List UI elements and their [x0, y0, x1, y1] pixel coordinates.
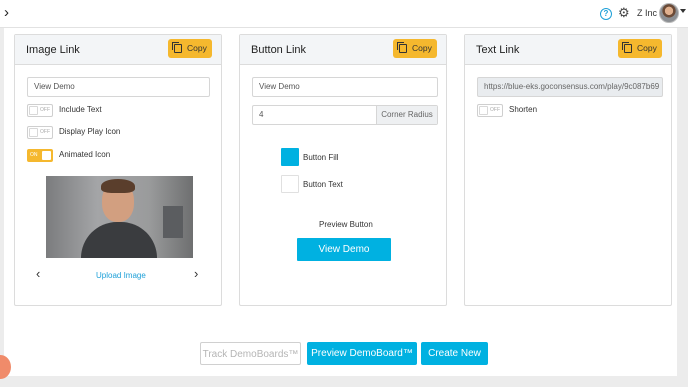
- copy-icon: [397, 42, 407, 53]
- image-link-header: Image Link Copy: [15, 35, 221, 65]
- include-text-toggle[interactable]: OFF: [27, 104, 53, 117]
- help-icon[interactable]: ?: [600, 8, 612, 20]
- toggle-knob: [29, 106, 38, 115]
- preview-button-label: Preview Button: [319, 220, 373, 229]
- display-play-icon-toggle[interactable]: OFF: [27, 126, 53, 139]
- chevron-right-icon[interactable]: ›: [4, 5, 9, 21]
- toggle-knob: [479, 106, 488, 115]
- copy-icon: [172, 42, 182, 53]
- gear-icon[interactable]: ⚙: [618, 6, 630, 20]
- button-fill-swatch[interactable]: [281, 148, 299, 166]
- chevron-down-icon[interactable]: [680, 9, 686, 13]
- toggle-knob: [42, 151, 51, 160]
- text-link-copy-button[interactable]: Copy: [618, 39, 662, 58]
- corner-radius-group: 4 Corner Radius: [252, 105, 438, 125]
- copy-label: Copy: [412, 43, 432, 53]
- image-link-text-input[interactable]: View Demo: [27, 77, 210, 97]
- text-link-header: Text Link Copy: [465, 35, 671, 65]
- text-link-url-field[interactable]: https://blue-eks.goconsensus.com/play/9c…: [477, 77, 663, 97]
- image-link-card: Image Link Copy View Demo OFF Include Te…: [14, 34, 222, 306]
- video-thumbnail[interactable]: [46, 176, 193, 258]
- chevron-left-icon[interactable]: ‹: [36, 266, 40, 281]
- button-link-header: Button Link Copy: [240, 35, 446, 65]
- thumbnail-person-hair: [101, 179, 135, 193]
- button-link-card: Button Link Copy View Demo 4 Corner Radi…: [239, 34, 447, 306]
- toggle-state: OFF: [40, 107, 50, 113]
- include-text-label: Include Text: [59, 105, 102, 114]
- text-link-title: Text Link: [476, 44, 520, 56]
- chevron-right-icon[interactable]: ›: [194, 266, 198, 281]
- toggle-knob: [29, 128, 38, 137]
- org-name[interactable]: Z Inc: [637, 8, 657, 18]
- animated-icon-label: Animated Icon: [59, 150, 111, 159]
- button-link-copy-button[interactable]: Copy: [393, 39, 437, 58]
- toggle-state: OFF: [490, 107, 500, 113]
- button-link-text-input[interactable]: View Demo: [252, 77, 438, 97]
- corner-radius-input[interactable]: 4: [259, 110, 263, 119]
- animated-icon-toggle[interactable]: ON: [27, 149, 53, 162]
- display-play-icon-label: Display Play Icon: [59, 127, 121, 136]
- copy-label: Copy: [637, 43, 657, 53]
- thumbnail-shelf: [163, 206, 183, 238]
- button-fill-label: Button Fill: [303, 153, 339, 162]
- image-link-copy-button[interactable]: Copy: [168, 39, 212, 58]
- top-bar: › ? ⚙ Z Inc: [0, 0, 688, 28]
- toggle-state: ON: [30, 152, 38, 158]
- corner-radius-label: Corner Radius: [376, 106, 437, 124]
- copy-icon: [622, 42, 632, 53]
- shorten-toggle[interactable]: OFF: [477, 104, 503, 117]
- avatar[interactable]: [659, 3, 679, 23]
- text-link-card: Text Link Copy https://blue-eks.goconsen…: [464, 34, 672, 306]
- button-text-swatch[interactable]: [281, 175, 299, 193]
- view-demo-preview-button[interactable]: View Demo: [297, 238, 391, 261]
- create-new-button[interactable]: Create New: [421, 342, 488, 365]
- preview-demoboard-button[interactable]: Preview DemoBoard™: [307, 342, 417, 365]
- button-link-title: Button Link: [251, 44, 307, 56]
- button-text-label: Button Text: [303, 180, 343, 189]
- image-link-title: Image Link: [26, 44, 80, 56]
- main-panel: Image Link Copy View Demo OFF Include Te…: [4, 28, 677, 376]
- upload-image-link[interactable]: Upload Image: [96, 271, 146, 280]
- toggle-state: OFF: [40, 129, 50, 135]
- copy-label: Copy: [187, 43, 207, 53]
- track-demoboards-button[interactable]: Track DemoBoards™: [200, 342, 301, 365]
- shorten-label: Shorten: [509, 105, 538, 114]
